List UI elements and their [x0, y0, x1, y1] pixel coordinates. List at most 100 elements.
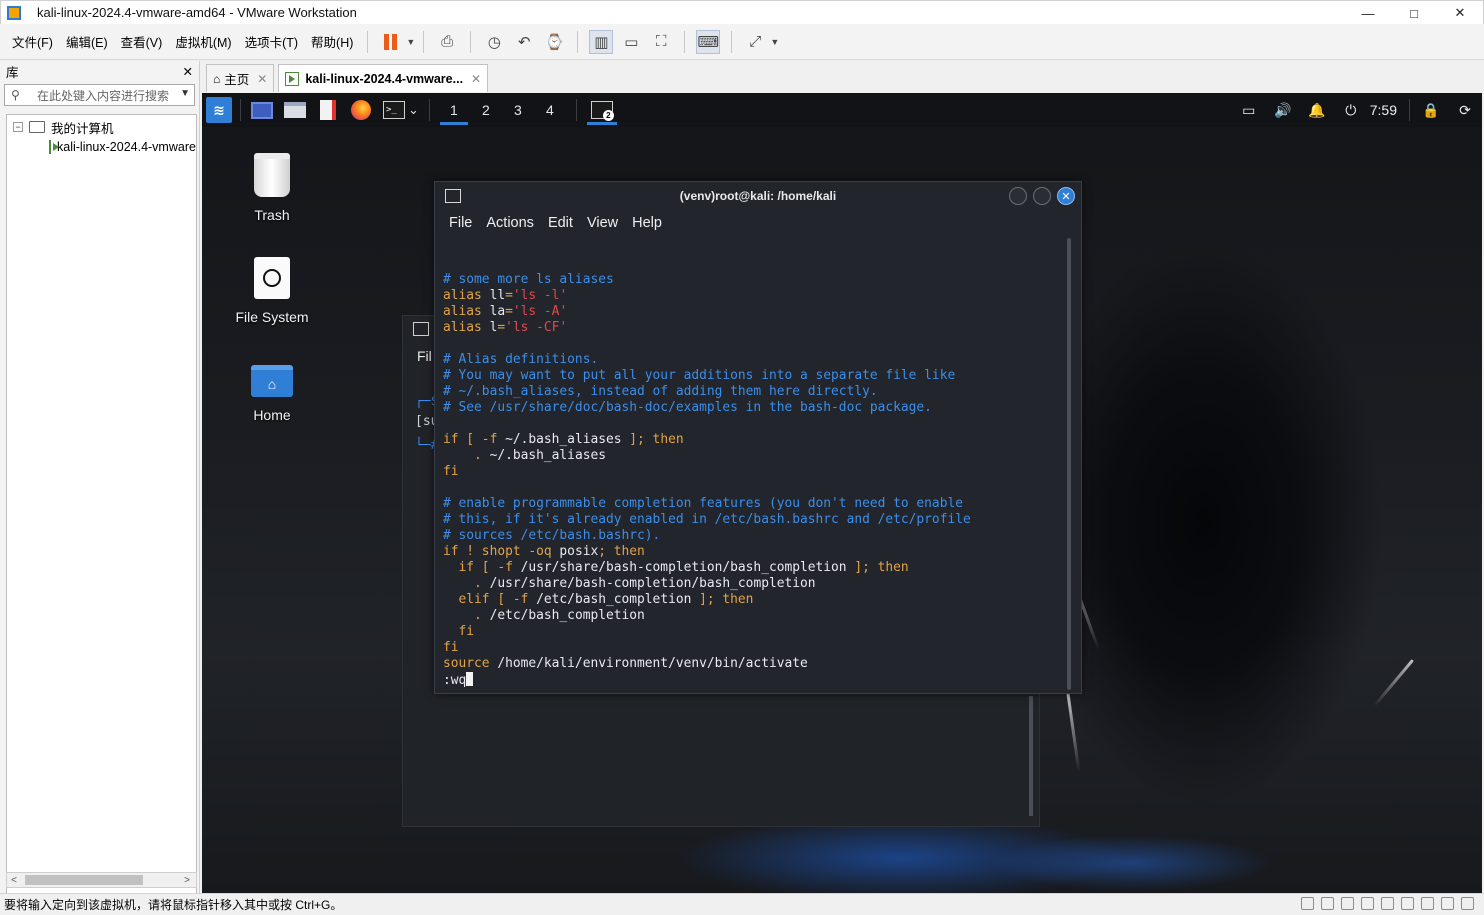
- terminal-text: /etc/bash_completion: [489, 608, 645, 623]
- bg-terminal-menu-file[interactable]: Fil: [417, 348, 432, 364]
- library-close-icon[interactable]: ✕: [183, 64, 193, 79]
- panel-clock[interactable]: 7:59: [1370, 102, 1397, 118]
- terminal-icon[interactable]: >_: [382, 99, 406, 121]
- stretch-dropdown-icon[interactable]: ▼: [770, 37, 779, 47]
- menu-file[interactable]: 文件(F): [6, 32, 59, 51]
- usb-icon[interactable]: [1361, 897, 1374, 910]
- terminal-close-button[interactable]: ✕: [1057, 187, 1075, 205]
- library-search-input[interactable]: ⚲ 在此处键入内容进行搜索 ▼: [4, 84, 195, 106]
- text-editor-icon[interactable]: [316, 99, 340, 121]
- menu-help[interactable]: 帮助(H): [305, 32, 359, 51]
- toolbar-separator: [470, 30, 472, 53]
- logout-icon[interactable]: ⟳: [1448, 93, 1482, 127]
- terminal-text-area[interactable]: # some more ls aliases alias ll='ls -l' al…: [443, 256, 1063, 688]
- tab-close-icon[interactable]: ✕: [471, 72, 481, 86]
- desktop-icon-file-system[interactable]: File System: [217, 257, 327, 325]
- terminal-line: . ~/.bash_aliases: [443, 448, 1063, 464]
- search-dropdown-icon[interactable]: ▼: [180, 88, 190, 99]
- panel-separator: [240, 99, 241, 121]
- fullscreen-icon[interactable]: ⛶: [649, 30, 673, 54]
- thumbnail-bar-icon[interactable]: ▭: [619, 30, 643, 54]
- vm-console[interactable]: ≋ >_ ⌄ 1 2 3 4 2 ▭ 🔊 🔔 ⏻ 7:59 🔒 ⟳ Trash …: [202, 93, 1482, 893]
- terminal-menu-bar: File Actions Edit View Help: [435, 210, 1081, 236]
- menu-vm[interactable]: 虚拟机(M): [169, 32, 237, 51]
- show-library-icon[interactable]: ▥: [589, 29, 614, 54]
- terminal-menu-edit[interactable]: Edit: [548, 215, 573, 231]
- terminal-scrollbar[interactable]: [1067, 238, 1071, 690]
- notification-bell-icon[interactable]: 🔔: [1300, 93, 1334, 127]
- tree-item-kali-vm[interactable]: kali-linux-2024.4-vmware-amd64: [7, 137, 196, 157]
- terminal-line: . /etc/bash_completion: [443, 608, 1063, 624]
- show-desktop-icon[interactable]: [250, 99, 274, 121]
- tree-item-my-computer[interactable]: − 我的计算机: [7, 117, 196, 137]
- terminal-text: =: [497, 320, 506, 335]
- terminal-maximize-button[interactable]: [1033, 187, 1051, 205]
- send-ctrl-alt-del-icon[interactable]: ⎙: [435, 30, 459, 54]
- snapshot-manager-icon[interactable]: ⌚: [542, 30, 566, 54]
- file-manager-icon[interactable]: [283, 99, 307, 121]
- pause-dropdown-icon[interactable]: ▼: [406, 37, 415, 47]
- firefox-icon[interactable]: [349, 99, 373, 121]
- power-icon[interactable]: ⏻: [1334, 93, 1368, 127]
- library-horizontal-scrollbar[interactable]: < >: [6, 872, 197, 888]
- message-icon[interactable]: [1421, 897, 1434, 910]
- menu-view[interactable]: 查看(V): [115, 32, 169, 51]
- title-bar: kali-linux-2024.4-vmware-amd64 - VMware …: [0, 0, 1484, 24]
- terminal-line: alias l='ls -CF': [443, 320, 1063, 336]
- tab-home[interactable]: ⌂ 主页 ✕: [206, 64, 275, 92]
- terminal-text: 'ls -l': [512, 288, 568, 303]
- stretch-icon[interactable]: ⤢: [743, 30, 767, 54]
- maximize-button[interactable]: □: [1391, 1, 1437, 25]
- volume-icon[interactable]: 🔊: [1266, 93, 1300, 127]
- workspace-4[interactable]: 4: [534, 93, 566, 127]
- printer-icon[interactable]: [1381, 897, 1394, 910]
- revert-snapshot-icon[interactable]: ↶: [512, 30, 536, 54]
- workspace-2[interactable]: 2: [470, 93, 502, 127]
- console-icon[interactable]: ⌨: [696, 29, 721, 54]
- scroll-right-icon[interactable]: >: [180, 875, 194, 886]
- system-tray: ▭ 🔊 🔔 ⏻ 7:59 🔒 ⟳: [1232, 93, 1482, 127]
- network-icon[interactable]: [1321, 897, 1334, 910]
- tab-kali-vm[interactable]: kali-linux-2024.4-vmware... ✕: [278, 64, 489, 92]
- scroll-left-icon[interactable]: <: [7, 875, 21, 886]
- scrollbar-thumb[interactable]: [25, 875, 143, 885]
- menu-tabs[interactable]: 选项卡(T): [239, 32, 304, 51]
- collapse-icon[interactable]: −: [13, 122, 23, 132]
- minimize-button[interactable]: —: [1345, 1, 1391, 25]
- terminal-menu-file[interactable]: File: [449, 215, 472, 231]
- desktop-icon-home[interactable]: ⌂ Home: [217, 365, 327, 423]
- kali-menu-icon[interactable]: ≋: [206, 97, 232, 123]
- hdd-icon[interactable]: [1301, 897, 1314, 910]
- workspace-1[interactable]: 1: [438, 93, 470, 127]
- library-header: 库 ✕: [0, 61, 199, 81]
- terminal-text: # this, if it's already enabled in /etc/…: [443, 512, 971, 527]
- terminal-menu-help[interactable]: Help: [632, 215, 662, 231]
- workspace-3[interactable]: 3: [502, 93, 534, 127]
- lock-screen-icon[interactable]: 🔒: [1414, 93, 1448, 127]
- taskbar-terminal-group[interactable]: 2: [585, 93, 619, 127]
- terminal-minimize-button[interactable]: [1009, 187, 1027, 205]
- close-button[interactable]: ✕: [1437, 1, 1483, 25]
- tab-label: kali-linux-2024.4-vmware...: [305, 71, 464, 86]
- terminal-title-bar[interactable]: (venv)root@kali: /home/kali ✕: [435, 182, 1081, 210]
- menu-edit[interactable]: 编辑(E): [60, 32, 114, 51]
- desktop-icon-trash[interactable]: Trash: [217, 153, 327, 223]
- terminal-menu-view[interactable]: View: [587, 215, 618, 231]
- terminal-text: .: [443, 448, 490, 463]
- display-icon[interactable]: [1401, 897, 1414, 910]
- bg-terminal-scrollbar[interactable]: [1029, 696, 1033, 816]
- settings-icon[interactable]: [1441, 897, 1454, 910]
- snapshot-icon[interactable]: ◷: [482, 30, 506, 54]
- display-icon[interactable]: ▭: [1232, 93, 1266, 127]
- fit-icon[interactable]: [1461, 897, 1474, 910]
- terminal-text: if [ -f: [443, 432, 506, 447]
- sound-icon[interactable]: [1341, 897, 1354, 910]
- terminal-window[interactable]: (venv)root@kali: /home/kali ✕ File Actio…: [434, 181, 1082, 694]
- tab-close-icon[interactable]: ✕: [257, 72, 267, 86]
- terminal-text: posix: [559, 544, 599, 559]
- pause-button[interactable]: [379, 30, 403, 54]
- library-title: 库: [6, 65, 19, 80]
- terminal-menu-actions[interactable]: Actions: [486, 215, 534, 231]
- terminal-dropdown-icon[interactable]: ⌄: [408, 102, 419, 118]
